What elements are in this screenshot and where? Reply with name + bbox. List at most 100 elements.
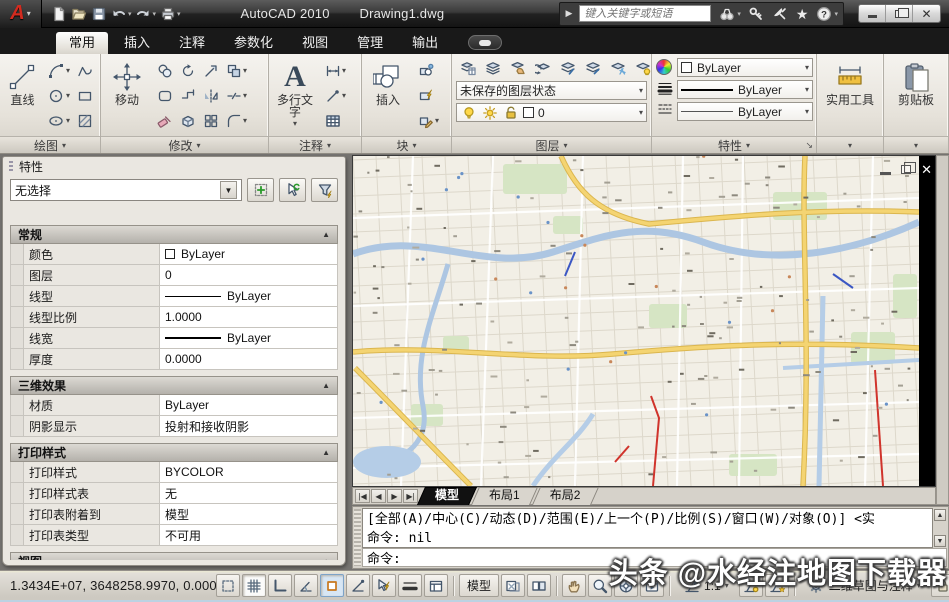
undo-button[interactable] bbox=[110, 5, 127, 22]
close-button[interactable]: ✕ bbox=[913, 5, 940, 22]
collapse-section-icon[interactable]: ▲ bbox=[322, 381, 330, 390]
edit-attributes-button[interactable] bbox=[414, 85, 442, 106]
palette-section-header-打印样式[interactable]: 打印样式▲ bbox=[10, 443, 338, 462]
scroll-down-icon[interactable]: ▼ bbox=[934, 535, 946, 547]
annotation-autoscale-button[interactable] bbox=[765, 574, 789, 597]
overlap-tool-button[interactable]: ▾ bbox=[222, 60, 250, 81]
linetype-dropdown[interactable]: ByLayer▾ bbox=[677, 102, 813, 121]
model-space-button[interactable]: 模型 bbox=[459, 574, 499, 597]
rotate-tool-button[interactable] bbox=[176, 60, 199, 81]
ribbon-tab-插入[interactable]: 插入 bbox=[111, 32, 163, 54]
qat-customize-icon[interactable]: ▾ bbox=[177, 10, 181, 18]
show-motion-button[interactable] bbox=[640, 574, 664, 597]
explode-tool-button[interactable] bbox=[176, 110, 199, 131]
trim-tool-button[interactable] bbox=[199, 60, 222, 81]
snap-toggle-button[interactable] bbox=[216, 574, 240, 597]
communication-center-icon[interactable] bbox=[772, 5, 789, 22]
property-value[interactable]: ByLayer bbox=[160, 328, 337, 348]
fillet-tool-button[interactable]: ▾ bbox=[222, 110, 250, 131]
favorites-star-icon[interactable]: ★ bbox=[796, 7, 809, 21]
pan-button[interactable] bbox=[562, 574, 586, 597]
layer-make-current-button[interactable] bbox=[506, 57, 529, 78]
scale-tool-button[interactable] bbox=[153, 85, 176, 106]
layer-previous-button[interactable] bbox=[531, 57, 554, 78]
command-input[interactable]: 命令: bbox=[362, 548, 947, 567]
select-objects-button[interactable] bbox=[279, 178, 306, 202]
property-value[interactable]: 不可用 bbox=[160, 525, 337, 545]
selection-dropdown-arrow-icon[interactable]: ▼ bbox=[220, 181, 237, 199]
subscription-key-icon[interactable] bbox=[748, 5, 765, 22]
command-history[interactable]: [全部(A)/中心(C)/动态(D)/范围(E)/上一个(P)/比例(S)/窗口… bbox=[362, 508, 947, 548]
paste-button[interactable]: 剪贴板 bbox=[888, 58, 944, 108]
ribbon-tab-注释[interactable]: 注释 bbox=[166, 32, 218, 54]
viewport-close-icon[interactable]: ✕ bbox=[921, 162, 932, 178]
ortho-toggle-button[interactable] bbox=[268, 574, 292, 597]
undo-dropdown-icon[interactable]: ▾ bbox=[128, 10, 132, 18]
infocenter-collapse-icon[interactable]: ▶ bbox=[565, 8, 572, 19]
toggle-pickadd-button[interactable] bbox=[247, 178, 274, 202]
redo-button[interactable] bbox=[135, 5, 152, 22]
open-file-button[interactable] bbox=[70, 5, 87, 22]
layer-off-button[interactable] bbox=[631, 57, 654, 78]
palette-section-header-常规[interactable]: 常规▲ bbox=[10, 225, 338, 244]
prev-layout-button[interactable]: ◀ bbox=[371, 489, 386, 503]
layer-state-dropdown[interactable]: 未保存的图层状态▾ bbox=[456, 81, 647, 100]
search-input[interactable] bbox=[579, 5, 711, 22]
layer-stack-button[interactable] bbox=[481, 57, 504, 78]
layout-tab-布局1[interactable]: 布局1 bbox=[475, 487, 534, 505]
collapse-section-icon[interactable]: ▲ bbox=[322, 448, 330, 457]
mirror-tool-button[interactable] bbox=[199, 85, 222, 106]
panel-label-draw[interactable]: 绘图▾ bbox=[0, 136, 100, 153]
panel-label-block[interactable]: 块▾ bbox=[362, 136, 451, 153]
new-file-button[interactable] bbox=[50, 5, 67, 22]
color-dropdown[interactable]: ByLayer▾ bbox=[677, 58, 813, 77]
panel-label-properties[interactable]: 特性▾ bbox=[652, 136, 816, 153]
polar-toggle-button[interactable] bbox=[294, 574, 318, 597]
block-editor-button[interactable]: ▾ bbox=[414, 110, 442, 131]
offset-tool-button[interactable] bbox=[176, 85, 199, 106]
drawing-viewport[interactable]: ✕ bbox=[352, 155, 936, 487]
lineweight-icon[interactable] bbox=[656, 79, 673, 96]
plot-button[interactable] bbox=[159, 5, 176, 22]
help-icon[interactable]: ? bbox=[815, 5, 832, 22]
ribbon-minimize-button[interactable] bbox=[468, 35, 502, 50]
linetype-icon[interactable] bbox=[656, 100, 673, 117]
create-block-button[interactable] bbox=[414, 60, 442, 81]
command-scrollbar[interactable]: ▲ ▼ bbox=[932, 508, 947, 548]
first-layout-button[interactable]: |◀ bbox=[355, 489, 370, 503]
palette-grip[interactable] bbox=[9, 161, 13, 173]
otrack-toggle-button[interactable] bbox=[346, 574, 370, 597]
layer-freeze-button[interactable] bbox=[606, 57, 629, 78]
panel-label-annotation[interactable]: 注释▾ bbox=[269, 136, 361, 153]
layout-tab-布局2[interactable]: 布局2 bbox=[536, 487, 595, 505]
palette-title-bar[interactable]: 特性 bbox=[3, 157, 345, 176]
insert-block-button[interactable]: 插入 bbox=[366, 58, 410, 108]
property-value[interactable]: ByLayer bbox=[160, 395, 337, 415]
ribbon-tab-常用[interactable]: 常用 bbox=[56, 32, 108, 54]
rectangle-tool-button[interactable] bbox=[73, 85, 96, 106]
scroll-up-icon[interactable]: ▲ bbox=[934, 509, 946, 521]
hatch-tool-button[interactable] bbox=[73, 110, 96, 131]
property-value[interactable]: 无 bbox=[160, 483, 337, 503]
mtext-tool-button[interactable]: A 多行文字 ▾ bbox=[273, 58, 317, 129]
quick-view-layouts-button[interactable] bbox=[501, 574, 525, 597]
property-value[interactable]: 0.0000 bbox=[160, 349, 337, 369]
layer-isolate-button[interactable] bbox=[556, 57, 579, 78]
erase-tool-button[interactable] bbox=[153, 110, 176, 131]
array-tool-button[interactable] bbox=[199, 110, 222, 131]
layout-tab-模型[interactable]: 模型 bbox=[421, 487, 473, 505]
arc-tool-button[interactable]: ▾ bbox=[45, 60, 73, 81]
command-window-grip[interactable] bbox=[354, 509, 361, 566]
quick-view-drawings-button[interactable] bbox=[527, 574, 551, 597]
redo-dropdown-icon[interactable]: ▾ bbox=[153, 10, 157, 18]
palette-section-header-三维效果[interactable]: 三维效果▲ bbox=[10, 376, 338, 395]
copy-tool-button[interactable] bbox=[153, 60, 176, 81]
polyline-tool-button[interactable] bbox=[73, 60, 96, 81]
break-tool-button[interactable]: ▾ bbox=[222, 85, 250, 106]
dynamic-input-toggle-button[interactable] bbox=[372, 574, 396, 597]
property-value[interactable]: 投射和接收阴影 bbox=[160, 416, 337, 436]
line-tool-button[interactable]: 直线 bbox=[4, 58, 41, 108]
help-dropdown-icon[interactable]: ▾ bbox=[834, 10, 838, 18]
osnap-toggle-button[interactable] bbox=[320, 574, 344, 597]
palette-section-header-视图[interactable]: 视图▲ bbox=[10, 552, 338, 560]
